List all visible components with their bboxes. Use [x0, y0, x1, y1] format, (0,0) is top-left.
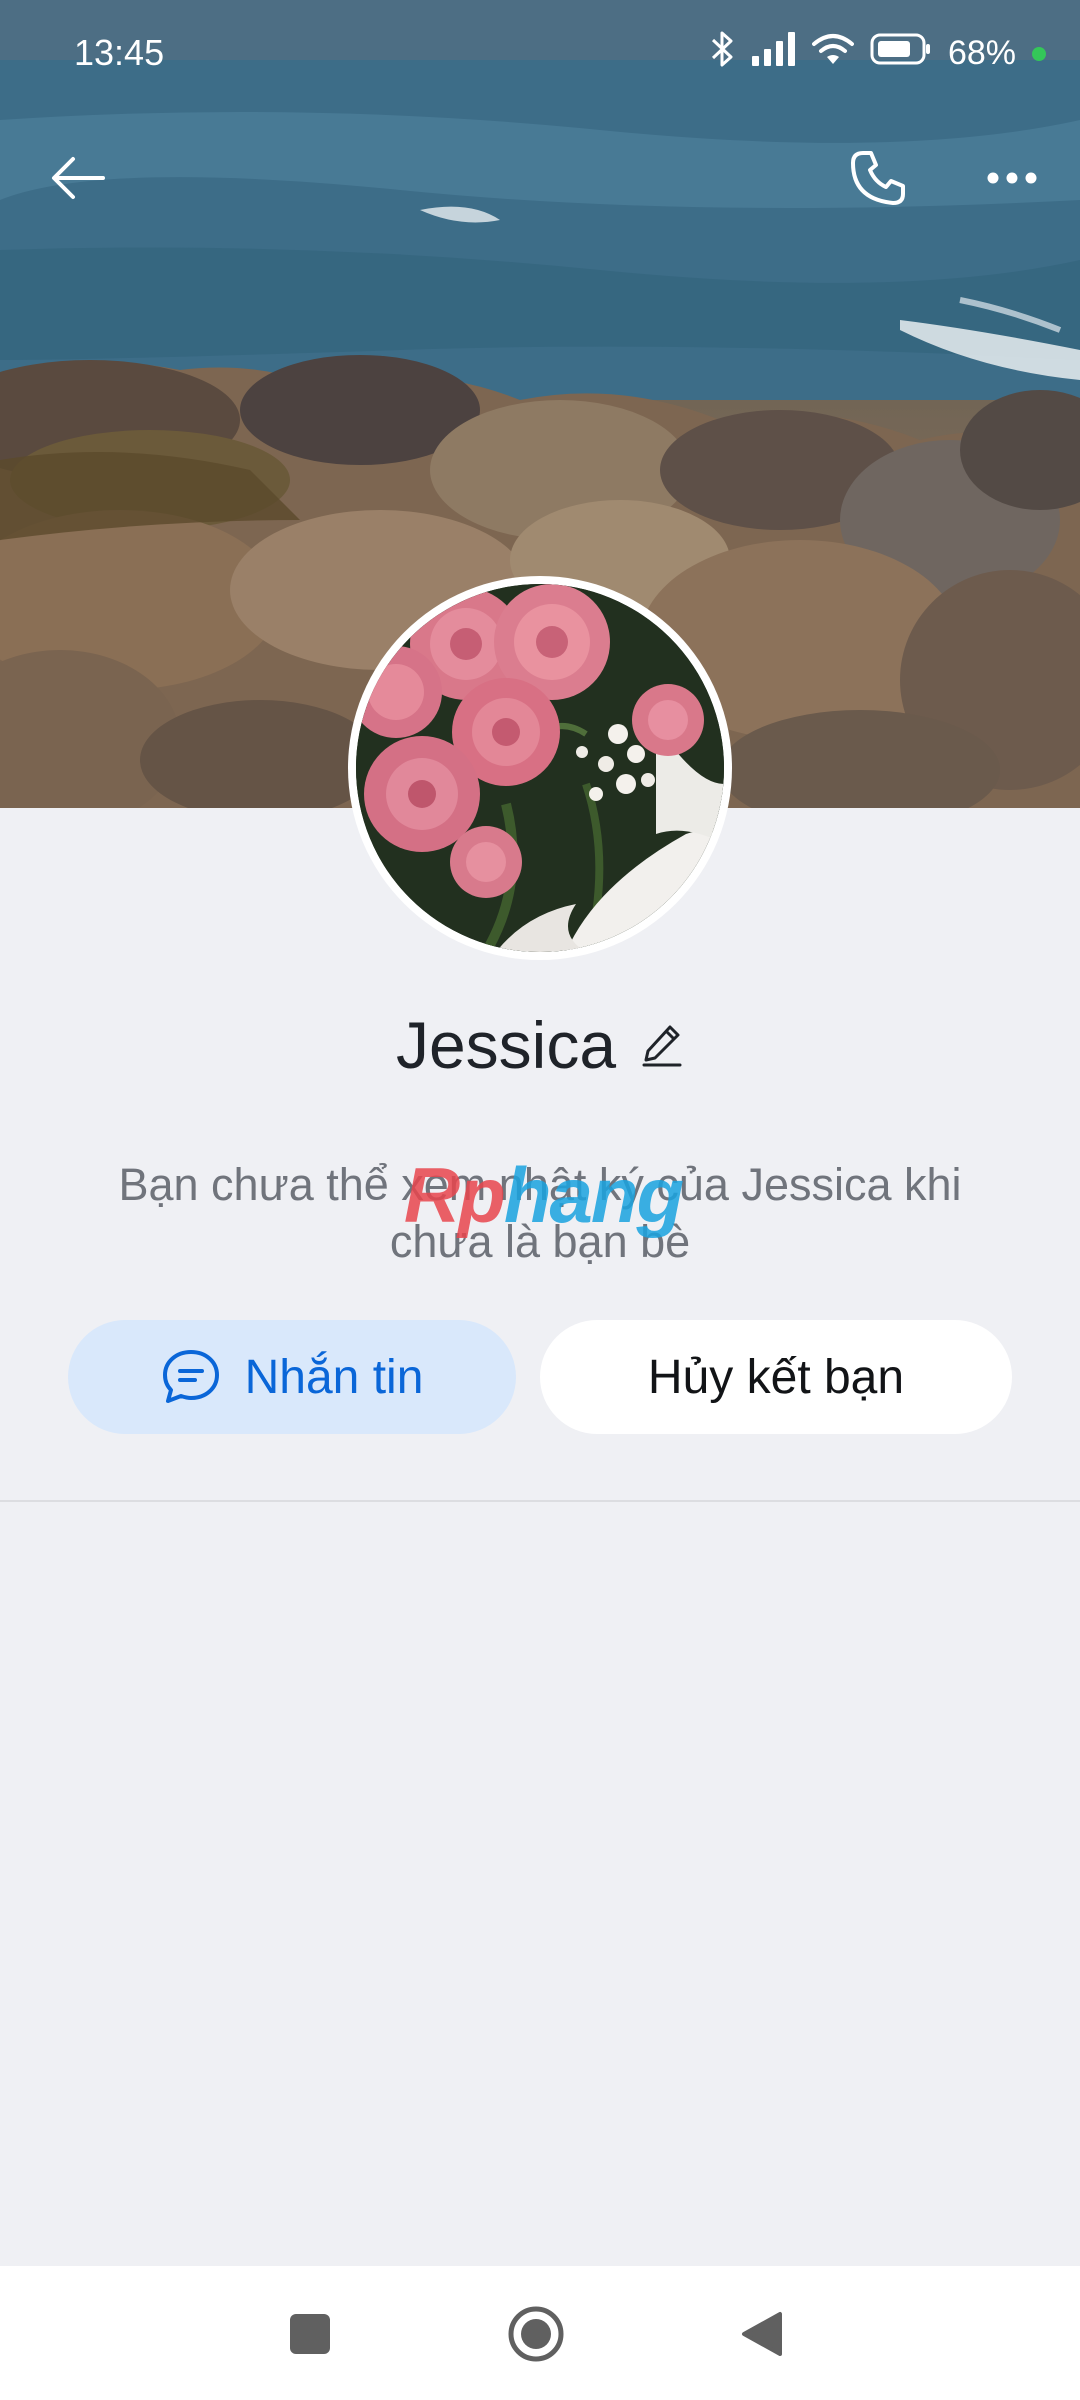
- charging-indicator: [1032, 46, 1046, 61]
- signal-icon: [751, 32, 796, 75]
- status-icons: 68%: [710, 30, 1046, 77]
- triangle-back-icon: [742, 2312, 782, 2356]
- wifi-icon: [811, 32, 854, 75]
- status-time: 13:45: [74, 32, 165, 73]
- battery-percent: 68%: [947, 34, 1016, 72]
- status-bar: 13:45 68%: [0, 0, 1080, 104]
- profile-name: Jessica: [395, 1008, 617, 1082]
- recent-apps-button[interactable]: [262, 2286, 358, 2382]
- section-divider: [0, 1500, 1080, 1502]
- pencil-icon: [642, 1025, 682, 1067]
- watermark-logo: Rp hang: [378, 1150, 708, 1240]
- square-icon: [290, 2314, 330, 2354]
- phone-icon: [851, 151, 905, 205]
- bluetooth-icon: [710, 30, 736, 77]
- avatar[interactable]: [348, 576, 732, 960]
- watermark-part-b: hang: [503, 1150, 684, 1239]
- back-arrow-icon: [52, 157, 105, 199]
- profile-screen: 13:45 68% Jessica Bạn chưa thể xem nhật …: [0, 0, 1080, 2400]
- back-button[interactable]: [38, 138, 118, 218]
- edit-name-button[interactable]: [640, 1023, 684, 1067]
- unfriend-button[interactable]: Hủy kết bạn: [540, 1320, 1012, 1434]
- battery-icon: [870, 32, 932, 75]
- unfriend-button-label: Hủy kết bạn: [647, 1350, 905, 1404]
- watermark-part-a: Rp: [403, 1150, 506, 1239]
- system-navigation-bar: [0, 2266, 1080, 2400]
- avatar-image: [356, 584, 724, 952]
- chat-bubble-icon: [162, 1350, 219, 1403]
- message-button-label: Nhắn tin: [244, 1350, 424, 1404]
- system-back-button[interactable]: [714, 2286, 810, 2382]
- more-options-button[interactable]: [972, 138, 1052, 218]
- name-row: Jessica: [0, 1000, 1080, 1090]
- more-dots-icon: [987, 172, 1037, 184]
- home-circle-icon: [508, 2306, 564, 2362]
- home-button[interactable]: [488, 2286, 584, 2382]
- message-button[interactable]: Nhắn tin: [68, 1320, 516, 1434]
- call-button[interactable]: [838, 138, 918, 218]
